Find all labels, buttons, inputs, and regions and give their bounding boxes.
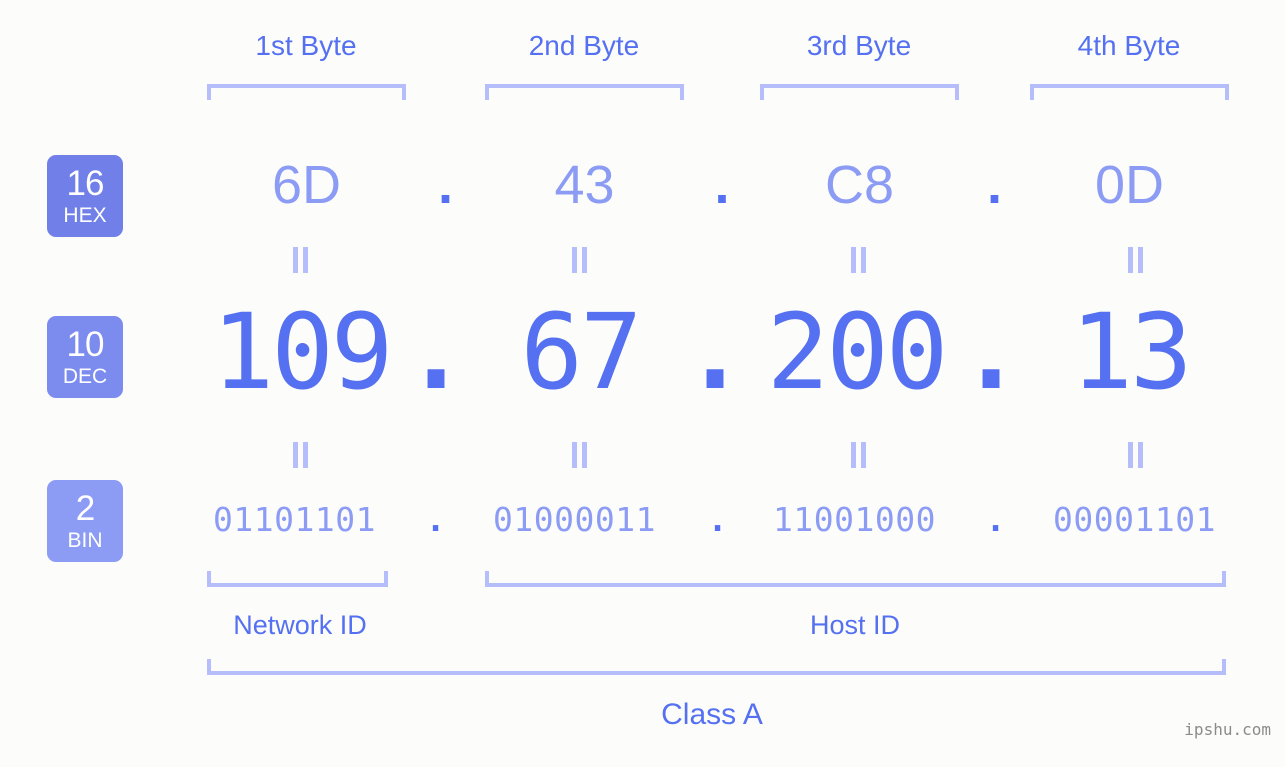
bin-value-byte-1: 01101101 xyxy=(213,500,376,539)
dec-value-byte-2: 67 xyxy=(520,291,642,413)
byte-bracket-2 xyxy=(485,84,684,100)
bin-separator-3: . xyxy=(985,500,1006,539)
network-id-label: Network ID xyxy=(233,610,367,640)
hex-value-byte-4: 0D xyxy=(1094,155,1165,215)
byte-bracket-3 xyxy=(760,84,959,100)
equals-icon-hex-dec-1 xyxy=(292,247,310,273)
hex-value-byte-2: 43 xyxy=(554,155,615,215)
equals-icon-hex-dec-4 xyxy=(1127,247,1145,273)
hex-separator-2: . xyxy=(714,155,730,215)
byte-header-label-3: 3rd Byte xyxy=(806,30,912,61)
radix-badge-dec-number: 10 xyxy=(66,325,105,364)
byte-bracket-1 xyxy=(207,84,406,100)
equals-icon-dec-bin-4 xyxy=(1127,442,1145,468)
radix-badge-bin-name: BIN xyxy=(67,529,103,552)
bin-separator-2: . xyxy=(707,500,728,539)
hex-value-byte-3: C8 xyxy=(824,155,895,215)
ip-address-breakdown-diagram: 1st Byte 2nd Byte 3rd Byte 4th Byte 16 H… xyxy=(0,0,1285,767)
equals-icon-dec-bin-2 xyxy=(571,442,589,468)
dec-value-byte-3: 200 xyxy=(766,291,949,413)
host-id-bracket xyxy=(485,571,1226,587)
byte-header-label-1: 1st Byte xyxy=(255,30,357,61)
class-label: Class A xyxy=(661,698,763,731)
radix-badge-bin: 2 BIN xyxy=(47,480,123,562)
radix-badge-bin-number: 2 xyxy=(75,489,95,528)
hex-separator-1: . xyxy=(437,155,453,215)
equals-icon-dec-bin-3 xyxy=(850,442,868,468)
dec-value-byte-1: 109 xyxy=(211,291,394,413)
hex-separator-3: . xyxy=(986,155,1002,215)
dec-separator-2: . xyxy=(683,291,747,413)
byte-bracket-4 xyxy=(1030,84,1229,100)
site-watermark: ipshu.com xyxy=(1184,720,1271,739)
class-bracket xyxy=(207,659,1226,675)
bin-value-byte-3: 11001000 xyxy=(773,500,936,539)
dec-separator-3: . xyxy=(959,291,1023,413)
byte-header-label-4: 4th Byte xyxy=(1077,30,1181,61)
bin-value-byte-4: 00001101 xyxy=(1053,500,1216,539)
radix-badge-hex-name: HEX xyxy=(63,204,107,227)
host-id-label: Host ID xyxy=(809,610,901,640)
equals-icon-hex-dec-2 xyxy=(571,247,589,273)
equals-icon-dec-bin-1 xyxy=(292,442,310,468)
network-id-bracket xyxy=(207,571,388,587)
equals-icon-hex-dec-3 xyxy=(850,247,868,273)
dec-value-byte-4: 13 xyxy=(1070,291,1192,413)
radix-badge-dec-name: DEC xyxy=(62,365,108,388)
bin-separator-1: . xyxy=(425,500,446,539)
radix-badge-dec: 10 DEC xyxy=(47,316,123,398)
bin-value-byte-2: 01000011 xyxy=(493,500,656,539)
radix-badge-hex-number: 16 xyxy=(66,164,105,203)
hex-value-byte-1: 6D xyxy=(271,155,342,215)
dec-separator-1: . xyxy=(404,291,468,413)
radix-badge-hex: 16 HEX xyxy=(47,155,123,237)
byte-header-label-2: 2nd Byte xyxy=(528,30,640,61)
